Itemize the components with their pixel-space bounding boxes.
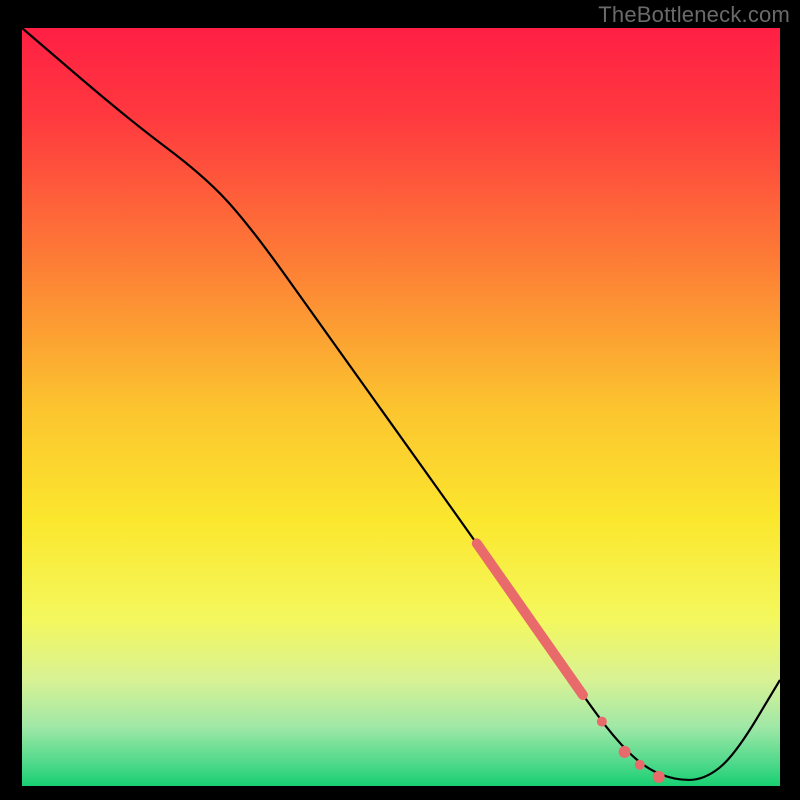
plot-area [22, 28, 780, 786]
watermark-text: TheBottleneck.com [598, 2, 790, 28]
highlight-dot [597, 717, 607, 727]
highlight-dot [635, 760, 645, 770]
highlight-dot [619, 746, 631, 758]
chart-svg [0, 0, 800, 800]
bottleneck-chart: TheBottleneck.com [0, 0, 800, 800]
highlight-dot [653, 771, 665, 783]
